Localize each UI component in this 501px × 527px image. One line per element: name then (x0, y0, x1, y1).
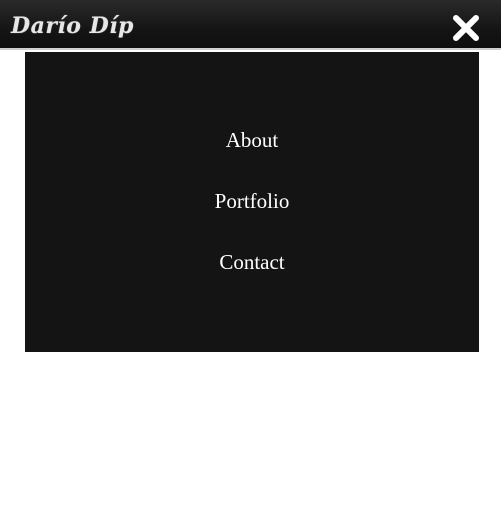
menu-item-portfolio[interactable]: Portfolio (25, 188, 479, 214)
site-logo[interactable]: Darío Díp (11, 13, 134, 39)
dropdown-menu: About Portfolio Contact (25, 52, 479, 352)
close-menu-button[interactable] (451, 13, 481, 43)
menu-item-about[interactable]: About (25, 127, 479, 153)
top-navbar: Darío Díp (0, 0, 501, 50)
menu-item-contact[interactable]: Contact (25, 249, 479, 275)
close-icon (453, 15, 479, 41)
